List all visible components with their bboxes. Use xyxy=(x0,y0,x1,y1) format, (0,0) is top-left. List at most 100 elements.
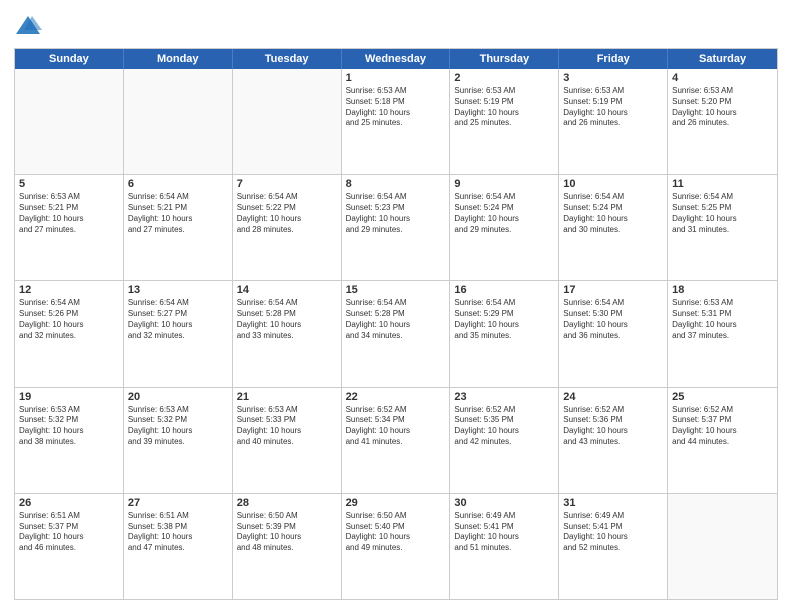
calendar-header-cell: Tuesday xyxy=(233,49,342,69)
calendar-header-cell: Monday xyxy=(124,49,233,69)
cell-text-line: Sunset: 5:21 PM xyxy=(128,203,228,214)
cell-text-line: and 48 minutes. xyxy=(237,543,337,554)
calendar-week: 5Sunrise: 6:53 AMSunset: 5:21 PMDaylight… xyxy=(15,175,777,281)
calendar-cell: 31Sunrise: 6:49 AMSunset: 5:41 PMDayligh… xyxy=(559,494,668,599)
cell-text-line: and 30 minutes. xyxy=(563,225,663,236)
calendar-cell: 29 Sunrise: 6:50 AMSunset: 5:40 PMDayligh… xyxy=(342,494,451,599)
calendar-cell: 9Sunrise: 6:54 AMSunset: 5:24 PMDaylight… xyxy=(450,175,559,280)
calendar-header-cell: Saturday xyxy=(668,49,777,69)
calendar-cell-empty xyxy=(668,494,777,599)
day-number: 22 xyxy=(346,391,446,403)
cell-text-line: and 33 minutes. xyxy=(237,331,337,342)
cell-text-line: Daylight: 10 hours xyxy=(563,320,663,331)
cell-text-line: and 41 minutes. xyxy=(346,437,446,448)
cell-text-line: and 32 minutes. xyxy=(19,331,119,342)
calendar-week: 26Sunrise: 6:51 AMSunset: 5:37 PMDayligh… xyxy=(15,494,777,599)
cell-text-line: Daylight: 10 hours xyxy=(672,108,773,119)
cell-text-line: Sunrise: 6:54 AM xyxy=(454,298,554,309)
day-number: 12 xyxy=(19,284,119,296)
cell-text-line: Sunrise: 6:49 AM xyxy=(563,511,663,522)
cell-text-line: Daylight: 10 hours xyxy=(454,320,554,331)
calendar-cell-empty xyxy=(233,69,342,174)
cell-text-line: Sunset: 5:19 PM xyxy=(563,97,663,108)
cell-text-line: and 40 minutes. xyxy=(237,437,337,448)
cell-text-line: Sunset: 5:41 PM xyxy=(454,522,554,533)
calendar-cell: 19Sunrise: 6:53 AMSunset: 5:32 PMDayligh… xyxy=(15,388,124,493)
cell-text-line: Sunset: 5:28 PM xyxy=(237,309,337,320)
cell-text-line: Daylight: 10 hours xyxy=(128,426,228,437)
cell-text-line: Sunrise: 6:51 AM xyxy=(19,511,119,522)
cell-text-line: Daylight: 10 hours xyxy=(563,426,663,437)
cell-text-line: and 51 minutes. xyxy=(454,543,554,554)
calendar-header-cell: Wednesday xyxy=(342,49,451,69)
cell-text-line: Daylight: 10 hours xyxy=(128,214,228,225)
calendar-cell: 30Sunrise: 6:49 AMSunset: 5:41 PMDayligh… xyxy=(450,494,559,599)
cell-text-line: and 52 minutes. xyxy=(563,543,663,554)
calendar-cell: 11Sunrise: 6:54 AMSunset: 5:25 PMDayligh… xyxy=(668,175,777,280)
cell-text-line: and 35 minutes. xyxy=(454,331,554,342)
calendar-cell: 22Sunrise: 6:52 AMSunset: 5:34 PMDayligh… xyxy=(342,388,451,493)
cell-text-line: Sunset: 5:38 PM xyxy=(128,522,228,533)
cell-text-line: Daylight: 10 hours xyxy=(346,214,446,225)
calendar-cell: 5Sunrise: 6:53 AMSunset: 5:21 PMDaylight… xyxy=(15,175,124,280)
cell-text-line: Sunset: 5:22 PM xyxy=(237,203,337,214)
cell-text-line: Sunset: 5:40 PM xyxy=(346,522,446,533)
day-number: 15 xyxy=(346,284,446,296)
calendar-week: 1Sunrise: 6:53 AMSunset: 5:18 PMDaylight… xyxy=(15,69,777,175)
cell-text-line: Sunset: 5:24 PM xyxy=(563,203,663,214)
cell-text-line: and 38 minutes. xyxy=(19,437,119,448)
cell-text-line: Sunrise: 6:53 AM xyxy=(237,405,337,416)
cell-text-line: Daylight: 10 hours xyxy=(128,320,228,331)
cell-text-line: Daylight: 10 hours xyxy=(672,320,773,331)
calendar-cell: 16Sunrise: 6:54 AMSunset: 5:29 PMDayligh… xyxy=(450,281,559,386)
cell-text-line: Sunset: 5:36 PM xyxy=(563,415,663,426)
cell-text-line: and 47 minutes. xyxy=(128,543,228,554)
cell-text-line: Sunset: 5:37 PM xyxy=(19,522,119,533)
day-number: 18 xyxy=(672,284,773,296)
day-number: 14 xyxy=(237,284,337,296)
day-number: 31 xyxy=(563,497,663,509)
day-number: 25 xyxy=(672,391,773,403)
calendar-cell-empty xyxy=(15,69,124,174)
cell-text-line: Sunrise: 6:54 AM xyxy=(237,192,337,203)
calendar-header-cell: Thursday xyxy=(450,49,559,69)
cell-text-line: Sunrise: 6:50 AM xyxy=(237,511,337,522)
cell-text-line: and 42 minutes. xyxy=(454,437,554,448)
cell-text-line: and 27 minutes. xyxy=(128,225,228,236)
cell-text-line: Daylight: 10 hours xyxy=(237,426,337,437)
cell-text-line: and 39 minutes. xyxy=(128,437,228,448)
cell-text-line: and 31 minutes. xyxy=(672,225,773,236)
day-number: 9 xyxy=(454,178,554,190)
day-number: 29 xyxy=(346,497,446,509)
cell-text-line: Sunset: 5:27 PM xyxy=(128,309,228,320)
cell-text-line: and 29 minutes. xyxy=(454,225,554,236)
cell-text-line: Sunrise: 6:53 AM xyxy=(672,86,773,97)
calendar-cell: 17Sunrise: 6:54 AMSunset: 5:30 PMDayligh… xyxy=(559,281,668,386)
cell-text-line: Sunset: 5:28 PM xyxy=(346,309,446,320)
cell-text-line: Sunrise: 6:49 AM xyxy=(454,511,554,522)
cell-text-line: Sunset: 5:32 PM xyxy=(128,415,228,426)
cell-text-line: Sunrise: 6:54 AM xyxy=(672,192,773,203)
day-number: 17 xyxy=(563,284,663,296)
cell-text-line: and 29 minutes. xyxy=(346,225,446,236)
cell-text-line: Daylight: 10 hours xyxy=(346,532,446,543)
cell-text-line: Daylight: 10 hours xyxy=(346,320,446,331)
cell-text-line: Sunrise: 6:50 AM xyxy=(346,511,446,522)
cell-text-line: Sunrise: 6:53 AM xyxy=(672,298,773,309)
calendar-cell: 13Sunrise: 6:54 AMSunset: 5:27 PMDayligh… xyxy=(124,281,233,386)
cell-text-line: Sunset: 5:35 PM xyxy=(454,415,554,426)
cell-text-line: and 28 minutes. xyxy=(237,225,337,236)
cell-text-line: Daylight: 10 hours xyxy=(19,214,119,225)
cell-text-line: and 32 minutes. xyxy=(128,331,228,342)
cell-text-line: Daylight: 10 hours xyxy=(19,532,119,543)
calendar-header-cell: Friday xyxy=(559,49,668,69)
calendar-cell-empty xyxy=(124,69,233,174)
cell-text-line: Sunrise: 6:54 AM xyxy=(346,192,446,203)
cell-text-line: Sunset: 5:24 PM xyxy=(454,203,554,214)
cell-text-line: Sunrise: 6:54 AM xyxy=(128,192,228,203)
cell-text-line: Sunrise: 6:51 AM xyxy=(128,511,228,522)
calendar-cell: 14Sunrise: 6:54 AMSunset: 5:28 PMDayligh… xyxy=(233,281,342,386)
cell-text-line: Daylight: 10 hours xyxy=(19,426,119,437)
day-number: 4 xyxy=(672,72,773,84)
cell-text-line: Sunset: 5:33 PM xyxy=(237,415,337,426)
